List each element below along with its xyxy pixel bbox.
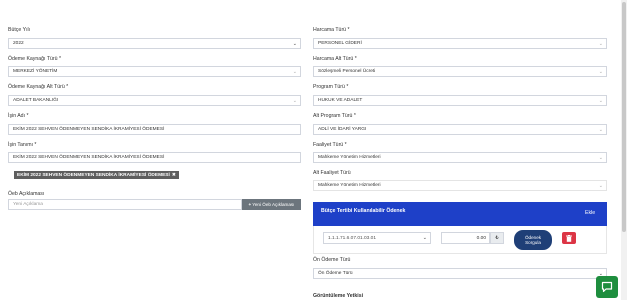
panel-title: Bütçe Tertibi Kullanılabilir Ödenek [321,208,406,214]
harcama-alt-turu-label: Harcama Alt Türü * [313,56,357,62]
chevron-down-icon: ⌄ [598,126,603,133]
alt-program-turu-label: Alt Program Türü * [313,113,356,119]
butce-yili-value: 2022 [13,41,24,46]
faaliyet-turu-label: Faaliyet Türü * [313,142,347,148]
odeme-kaynagi-turu-label: Ödeme Kaynağı Türü * [8,56,61,62]
is-tanimi-label: İşin Tanımı * [8,142,37,148]
is-tanimi-value: EKİM 2022 SEHVEN ÖDENMEYEN SENDİKA İKRAM… [13,155,165,160]
alt-faaliyet-turu-label: Alt Faaliyet Türü [313,170,351,176]
alt-faaliyet-turu-value: Mahkeme Yönetim Hizmetleri [318,183,381,188]
chevron-down-icon: ⌄ [422,235,427,241]
chevron-down-icon: ⌄ [598,182,603,189]
chat-button[interactable] [596,276,618,298]
butce-yili-label: Bütçe Yılı [8,27,31,33]
chevron-down-icon: ⌄ [292,97,297,104]
oeb-aciklamasi-label: Öeb Açıklaması [8,191,45,197]
oeb-aciklamasi-input[interactable]: Yeni Açıklama [8,199,242,210]
chevron-down-icon: ⌄ [598,40,603,47]
alt-faaliyet-turu-select[interactable]: Mahkeme Yönetim Hizmetleri ⌄ [313,180,607,191]
delete-button[interactable] [562,232,576,244]
oeb-aciklamasi-placeholder: Yeni Açıklama [13,202,43,207]
harcama-turu-value: PERSONEL GİDERİ [318,41,362,46]
is-adi-label: İşin Adı * [8,113,29,119]
odeme-kaynagi-turu-select[interactable]: MERKEZİ YÖNETİM ⌄ [8,66,301,77]
harcama-alt-turu-select[interactable]: Sözleşmeli Personel Ücreti ⌄ [313,66,607,77]
odeme-kaynagi-alt-turu-select[interactable]: ADALET BAKANLIĞI ⌄ [8,95,301,106]
on-odeme-turu-value: Ön Ödeme Türü [318,271,353,276]
chevron-down-icon: ⌄ [598,97,603,104]
harcama-turu-label: Harcama Türü * [313,27,350,33]
chat-icon [601,281,613,293]
faaliyet-turu-select[interactable]: Mahkeme Yönetim Hizmetleri ⌄ [313,152,607,163]
butce-tertibi-panel-body: 1.1.1.71.6.07.01.03.01 ⌄ 0.00 ₺ Ödenek S… [313,226,607,254]
chevron-down-icon: ⌄ [598,68,603,75]
is-adi-input[interactable]: EKİM 2022 SEHVEN ÖDENMEYEN SENDİKA İKRAM… [8,124,301,135]
chevron-down-icon: ⌄ [598,154,603,161]
yeni-oeb-aciklamasi-label: Yeni Öeb Açıklaması [252,202,295,207]
odenek-sorgula-button[interactable]: Ödenek Sorgula [514,230,552,250]
butce-yili-select[interactable]: 2022 ⌄ [8,38,301,49]
tertip-select[interactable]: 1.1.1.71.6.07.01.03.01 ⌄ [323,232,431,244]
is-adi-value: EKİM 2022 SEHVEN ÖDENMEYEN SENDİKA İKRAM… [13,127,165,132]
harcama-alt-turu-value: Sözleşmeli Personel Ücreti [318,69,376,74]
harcama-turu-select[interactable]: PERSONEL GİDERİ ⌄ [313,38,607,49]
program-turu-select[interactable]: HUKUK VE ADALET ⌄ [313,95,607,106]
alt-program-turu-value: ADLİ VE İDARİ YARGI [318,127,367,132]
plus-icon: + [248,202,252,207]
on-odeme-turu-label: Ön Ödeme Türü [313,257,351,263]
lira-icon: ₺ [490,232,504,244]
page-scrollbar-thumb[interactable] [622,2,626,232]
chevron-down-icon: ⌄ [292,40,297,47]
faaliyet-turu-value: Mahkeme Yönetim Hizmetleri [318,155,381,160]
panel-add-link[interactable]: Ekle [585,210,595,216]
close-icon[interactable]: ✖ [172,173,176,178]
odeme-kaynagi-alt-turu-label: Ödeme Kaynağı Alt Türü * [8,84,69,90]
tag-text: EKİM 2022 SEHVEN ÖDENMEYEN SENDİKA İKRAM… [17,172,170,178]
amount-value: 0.00 [476,235,486,241]
on-odeme-turu-select[interactable]: Ön Ödeme Türü ⌄ [313,268,607,279]
is-tanimi-input[interactable]: EKİM 2022 SEHVEN ÖDENMEYEN SENDİKA İKRAM… [8,152,301,163]
program-turu-value: HUKUK VE ADALET [318,98,363,103]
trash-icon [566,234,572,242]
chevron-down-icon: ⌄ [292,68,297,75]
goruntuleme-yetkisi-label: Görüntüleme Yetkisi [313,293,364,299]
is-tanimi-tag: EKİM 2022 SEHVEN ÖDENMEYEN SENDİKA İKRAM… [14,171,179,179]
odeme-kaynagi-turu-value: MERKEZİ YÖNETİM [13,69,58,74]
alt-program-turu-select[interactable]: ADLİ VE İDARİ YARGI ⌄ [313,124,607,135]
odeme-kaynagi-alt-turu-value: ADALET BAKANLIĞI [13,98,59,103]
tertip-value: 1.1.1.71.6.07.01.03.01 [328,235,377,241]
butce-tertibi-panel-header: Bütçe Tertibi Kullanılabilir Ödenek Ekle [313,202,607,226]
program-turu-label: Program Türü * [313,84,349,90]
amount-input[interactable]: 0.00 [441,232,490,244]
sorgula-line2: Sorgula [525,240,541,245]
yeni-oeb-aciklamasi-button[interactable]: + Yeni Öeb Açıklaması [242,199,301,210]
